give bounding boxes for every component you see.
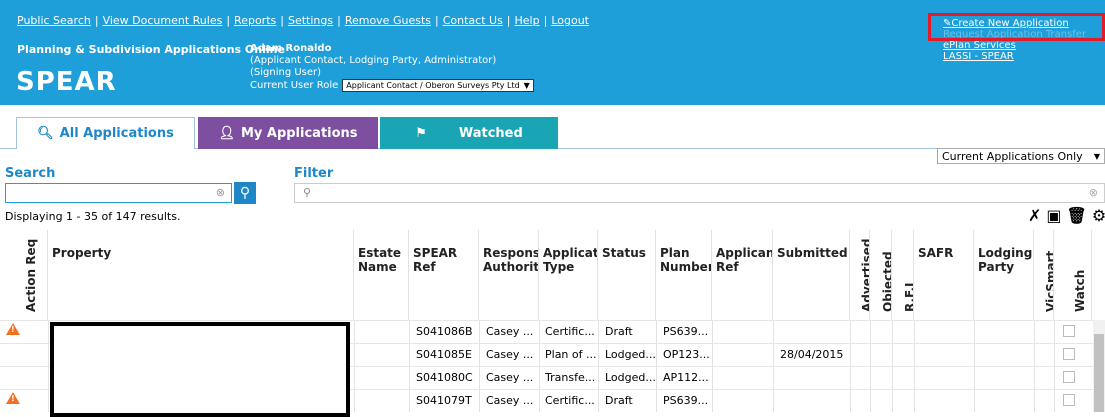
warning-icon: ! <box>6 392 20 404</box>
cell-authority: Casey ... <box>486 325 534 338</box>
filter-input[interactable]: ⚲ ⊗ <box>294 183 1105 203</box>
link-contact-us[interactable]: Contact Us <box>443 14 503 27</box>
cell-plan-number: OP123... <box>663 348 710 361</box>
cell-type: Certific... <box>545 325 595 338</box>
col-property[interactable]: Property <box>48 230 354 320</box>
col-estate-name[interactable]: Estate Name <box>354 230 409 320</box>
user-icon: 👤︎ <box>218 125 235 141</box>
watch-checkbox[interactable] <box>1063 348 1075 360</box>
filter-label: Filter <box>294 166 334 181</box>
redacted-property-area <box>50 322 350 417</box>
app-header: Public Search | View Document Rules | Report… <box>0 0 1105 105</box>
col-submitted[interactable]: Submitted <box>773 230 850 320</box>
chevron-down-icon: ▼ <box>523 81 530 90</box>
cell-spear-ref: S041080C <box>416 371 473 384</box>
col-lodging-party[interactable]: Lodging Party <box>974 230 1034 320</box>
link-settings[interactable]: Settings <box>288 14 333 27</box>
scrollbar-thumb[interactable] <box>1094 334 1104 412</box>
user-signing: (Signing User) <box>250 67 322 78</box>
link-remove-guests[interactable]: Remove Guests <box>345 14 431 27</box>
cell-spear-ref: S041079T <box>416 394 472 407</box>
link-logout[interactable]: Logout <box>551 14 589 27</box>
watch-checkbox[interactable] <box>1063 371 1075 383</box>
vertical-scrollbar[interactable] <box>1093 320 1105 412</box>
delete-icon[interactable]: 🗑︎ <box>1067 206 1087 225</box>
lassi-spear-link[interactable]: LASSI - SPEAR <box>943 51 1086 62</box>
cell-status: Lodged... <box>605 371 656 384</box>
clear-icon[interactable]: ⊗ <box>216 186 225 199</box>
results-count: Displaying 1 - 35 of 147 results. <box>5 210 181 223</box>
scope-select[interactable]: Current Applications Only ▼ <box>937 148 1105 164</box>
watch-checkbox[interactable] <box>1063 325 1075 337</box>
role-select[interactable]: Applicant Contact / Oberon Surveys Pty L… <box>342 79 534 92</box>
search-input[interactable]: ⊗ <box>5 183 232 203</box>
col-spear-ref[interactable]: SPEAR Ref <box>409 230 479 320</box>
cell-plan-number: PS639... <box>663 394 709 407</box>
link-view-document-rules[interactable]: View Document Rules <box>103 14 223 27</box>
chevron-down-icon: ▼ <box>1093 151 1100 161</box>
link-help[interactable]: Help <box>515 14 540 27</box>
role-select-value: Applicant Contact / Oberon Surveys Pty L… <box>346 81 520 90</box>
col-vicsmart[interactable]: VicSmart <box>1034 230 1054 320</box>
cell-spear-ref: S041085E <box>416 348 472 361</box>
user-roles: (Applicant Contact, Lodging Party, Admin… <box>250 55 497 66</box>
app-title: Planning & Subdivision Applications Onli… <box>17 43 285 56</box>
grid-toolbar: ✗ ▣ 🗑︎ ⚙ <box>1028 206 1105 225</box>
link-public-search[interactable]: Public Search <box>17 14 91 27</box>
col-status[interactable]: Status <box>598 230 656 320</box>
highlight-box <box>928 13 1105 41</box>
cell-type: Plan of ... <box>545 348 597 361</box>
search-button[interactable]: ⚲ <box>234 182 256 204</box>
search-label: Search <box>5 166 56 181</box>
top-nav: Public Search | View Document Rules | Report… <box>17 14 589 27</box>
eplan-services-link[interactable]: ePlan Services <box>943 40 1086 51</box>
clear-filters-icon[interactable]: ✗ <box>1028 206 1041 225</box>
user-name: Adam Ronaldo <box>250 43 332 54</box>
flag-icon: ⚑ <box>415 125 427 141</box>
clear-icon[interactable]: ⊗ <box>1089 186 1098 199</box>
col-responsible-authority[interactable]: Responsi Authority <box>479 230 539 320</box>
cell-status: Draft <box>605 325 633 338</box>
col-plan-number[interactable]: Plan Number <box>656 230 712 320</box>
tab-all-applications[interactable]: 🔍︎ All Applications <box>16 117 195 149</box>
current-role-label: Current User Role <box>250 79 339 91</box>
tab-my-applications[interactable]: 👤︎ My Applications <box>198 117 378 149</box>
cell-authority: Casey ... <box>486 394 534 407</box>
watch-checkbox[interactable] <box>1063 394 1075 406</box>
col-advertised[interactable]: Advertised <box>850 230 870 320</box>
save-icon[interactable]: ▣ <box>1046 206 1061 225</box>
col-applicant-ref[interactable]: Applicant Ref <box>712 230 773 320</box>
col-application-type[interactable]: Applicati Type <box>539 230 598 320</box>
cell-type: Certific... <box>545 394 595 407</box>
link-reports[interactable]: Reports <box>234 14 276 27</box>
cell-status: Lodged... <box>605 348 656 361</box>
col-rfi[interactable]: R.F.I <box>892 230 914 320</box>
col-objected[interactable]: Objected <box>870 230 892 320</box>
search-icon: ⚲ <box>239 185 251 201</box>
cell-plan-number: AP112... <box>663 371 709 384</box>
cell-submitted: 28/04/2015 <box>780 348 844 361</box>
col-action-req[interactable]: Action Req <box>0 230 48 320</box>
warning-icon: ! <box>6 323 20 335</box>
user-info: Adam Ronaldo (Applicant Contact, Lodging… <box>250 43 534 92</box>
search-icon: 🔍︎ <box>37 126 54 141</box>
spear-logo: SPEAR <box>16 67 117 97</box>
cell-authority: Casey ... <box>486 348 534 361</box>
cell-status: Draft <box>605 394 633 407</box>
cell-authority: Casey ... <box>486 371 534 384</box>
col-watch[interactable]: Watch <box>1054 230 1092 320</box>
gear-icon[interactable]: ⚙ <box>1092 206 1105 225</box>
cell-type: Transfe... <box>545 371 596 384</box>
tab-watched[interactable]: ⚑ Watched <box>380 117 558 149</box>
search-icon: ⚲ <box>303 186 312 199</box>
cell-plan-number: PS639... <box>663 325 709 338</box>
col-safr[interactable]: SAFR <box>914 230 974 320</box>
cell-spear-ref: S041086B <box>416 325 473 338</box>
